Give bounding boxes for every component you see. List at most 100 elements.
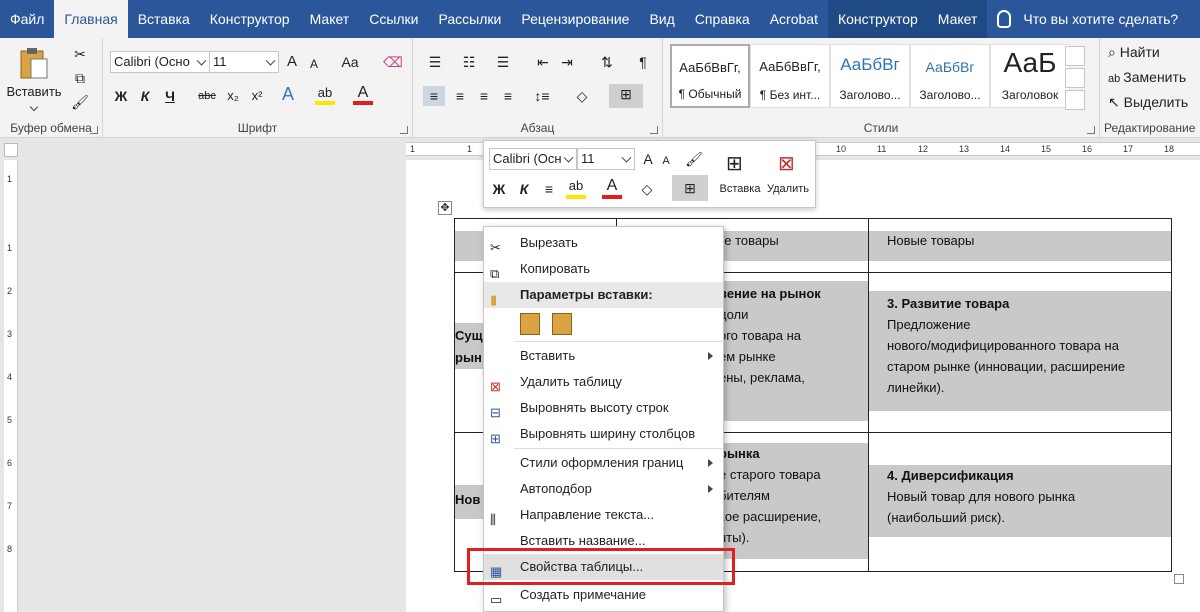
replace-button[interactable]: ab Заменить [1108, 69, 1186, 85]
tab-references[interactable]: Ссылки [359, 0, 428, 38]
grow-font-button[interactable]: A [640, 149, 656, 169]
menu-insert[interactable]: Вставить [484, 343, 723, 369]
style-heading-1[interactable]: АаБбВг Заголово... [830, 44, 910, 108]
paste-picture-icon[interactable] [552, 313, 572, 335]
paste-keep-formatting-icon[interactable] [520, 313, 540, 335]
style-name: Заголово... [839, 88, 901, 102]
multilevel-list-icon[interactable]: ☰ [491, 52, 515, 72]
justify-icon[interactable]: ≡ [497, 86, 519, 106]
numbering-icon[interactable]: ☷ [457, 52, 481, 72]
mini-center-icon[interactable]: ≡ [539, 179, 559, 199]
select-button[interactable]: ↖ Выделить [1108, 94, 1188, 111]
superscript-button[interactable]: x² [247, 86, 267, 106]
increase-indent-icon[interactable]: ⇥ [557, 52, 577, 72]
copy-icon[interactable]: ⧉ [70, 68, 90, 88]
dialog-launcher-icon[interactable] [400, 126, 408, 134]
font-name-combo[interactable]: Calibri (Осно [110, 51, 210, 73]
mini-font-combo[interactable]: Calibri (Осн [489, 148, 577, 170]
tab-design[interactable]: Конструктор [200, 0, 300, 38]
mini-size-combo[interactable]: 11 [577, 148, 635, 170]
menu-autofit[interactable]: Автоподбор [484, 476, 723, 502]
shrink-font-button[interactable]: A [658, 151, 674, 171]
mini-shading-icon[interactable]: ◇ [636, 179, 658, 199]
style-title[interactable]: АаБ Заголовок [990, 44, 1070, 108]
dialog-launcher-icon[interactable] [1087, 126, 1095, 134]
submenu-arrow-icon [708, 485, 713, 493]
pilcrow-icon[interactable]: ¶ [633, 52, 653, 72]
ruler-tab-selector[interactable] [4, 143, 18, 157]
ruler-label: 3 [7, 329, 13, 339]
tab-insert[interactable]: Вставка [128, 0, 200, 38]
change-case-button[interactable]: Aa [335, 52, 365, 72]
table-cell[interactable]: Новые товары [869, 219, 1171, 273]
align-right-icon[interactable]: ≡ [473, 86, 495, 106]
shrink-font-button[interactable]: A [305, 54, 323, 74]
font-size-combo[interactable]: 11 [209, 51, 279, 73]
tab-home[interactable]: Главная [54, 0, 128, 38]
tell-me-box[interactable]: Что вы хотите сделать? [997, 10, 1178, 28]
dialog-launcher-icon[interactable] [650, 126, 658, 134]
dialog-launcher-icon[interactable] [90, 126, 98, 134]
table-resize-handle-icon[interactable] [1174, 574, 1184, 584]
align-left-icon[interactable]: ≡ [423, 86, 445, 106]
align-center-icon[interactable]: ≡ [449, 86, 471, 106]
style-no-spacing[interactable]: АаБбВвГг, ¶ Без инт... [750, 44, 830, 108]
select-label: Выделить [1123, 94, 1189, 110]
table-cell[interactable]: 3. Развитие товара Предложение нового/мо… [869, 273, 1171, 433]
find-button[interactable]: ⌕ Найти [1108, 44, 1160, 61]
tab-review[interactable]: Рецензирование [511, 0, 639, 38]
italic-button[interactable]: К [135, 86, 155, 106]
subscript-button[interactable]: x₂ [223, 86, 243, 106]
menu-border-styles[interactable]: Стили оформления границ [484, 450, 723, 476]
tab-acrobat[interactable]: Acrobat [760, 0, 828, 38]
decrease-indent-icon[interactable]: ⇤ [533, 52, 553, 72]
menu-new-comment[interactable]: ▭ Создать примечание [484, 582, 723, 608]
mini-borders-icon[interactable]: ⊞ [672, 175, 708, 201]
table-cell[interactable]: 4. Диверсификация Новый товар для нового… [869, 433, 1171, 571]
styles-scroll-down-icon[interactable] [1065, 68, 1085, 88]
format-painter-icon[interactable]: 🖌 [70, 92, 90, 112]
menu-distribute-cols[interactable]: ⊞ Выровнять ширину столбцов [484, 421, 723, 447]
menu-distribute-rows[interactable]: ⊟ Выровнять высоту строк [484, 395, 723, 421]
tab-mailings[interactable]: Рассылки [429, 0, 512, 38]
format-painter-icon[interactable]: 🖌 [684, 149, 704, 169]
mini-highlight-icon[interactable]: ab [564, 175, 588, 201]
styles-scroll-up-icon[interactable] [1065, 46, 1085, 66]
style-heading-2[interactable]: АаБбВг Заголово... [910, 44, 990, 108]
mini-bold-button[interactable]: Ж [489, 179, 509, 199]
menu-copy[interactable]: ⧉ Копировать [484, 256, 723, 282]
paste-button[interactable]: Вставить [6, 44, 62, 114]
font-color-icon[interactable]: A [351, 82, 375, 106]
table-move-handle-icon[interactable]: ✥ [438, 201, 452, 215]
mini-insert-button[interactable]: ⊞ Вставка [716, 147, 761, 203]
shading-icon[interactable]: ◇ [569, 86, 595, 106]
style-normal[interactable]: АаБбВвГг, ¶ Обычный [670, 44, 750, 108]
cut-icon[interactable]: ✂ [70, 44, 90, 64]
tab-table-design[interactable]: Конструктор [827, 0, 928, 38]
line-spacing-icon[interactable]: ↕≡ [527, 86, 557, 106]
bullets-icon[interactable]: ☰ [423, 52, 447, 72]
tab-view[interactable]: Вид [639, 0, 684, 38]
mini-delete-button[interactable]: ⊠ Удалить [764, 147, 812, 203]
mini-italic-button[interactable]: К [514, 179, 534, 199]
text-effects-icon[interactable]: A [278, 84, 298, 104]
strikethrough-button[interactable]: abc [195, 86, 219, 106]
underline-button[interactable]: Ч [160, 86, 180, 106]
highlight-icon[interactable]: ab [313, 82, 337, 106]
mini-font-color-icon[interactable]: A [600, 175, 624, 201]
menu-delete-table[interactable]: ⊠ Удалить таблицу [484, 369, 723, 395]
bold-button[interactable]: Ж [111, 86, 131, 106]
clear-format-icon[interactable]: ⌫ [383, 52, 403, 72]
borders-icon[interactable]: ⊞ [609, 84, 643, 108]
grow-font-button[interactable]: A [283, 52, 301, 72]
styles-more-icon[interactable] [1065, 90, 1085, 110]
menu-cut[interactable]: ✂ Вырезать [484, 230, 723, 256]
tab-file[interactable]: Файл [0, 0, 54, 38]
mini-insert-label: Вставка [719, 183, 761, 195]
tab-table-layout[interactable]: Макет [927, 0, 988, 38]
tab-layout[interactable]: Макет [300, 0, 360, 38]
tab-help[interactable]: Справка [685, 0, 760, 38]
vertical-ruler[interactable]: 1 1 2 3 4 5 6 7 8 [4, 160, 18, 612]
sort-icon[interactable]: ⇅ [597, 52, 617, 72]
menu-text-direction[interactable]: ⫼ Направление текста... [484, 502, 723, 528]
